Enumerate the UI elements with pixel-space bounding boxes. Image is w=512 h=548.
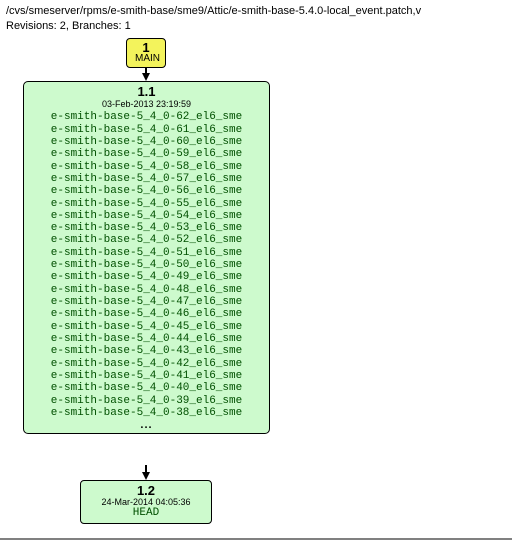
revision-tag: e-smith-base-5_4_0-54_el6_sme [34,210,259,222]
revision-tag: e-smith-base-5_4_0-51_el6_sme [34,247,259,259]
revision-graph: 1 MAIN 1.1 03-Feb-2013 23:19:59 e-smith-… [0,35,512,548]
revision-tag: e-smith-base-5_4_0-56_el6_sme [34,185,259,197]
revision-tag: e-smith-base-5_4_0-47_el6_sme [34,296,259,308]
revision-date: 03-Feb-2013 23:19:59 [34,99,259,109]
arrowhead-1_2 [142,472,150,480]
branch-node-main[interactable]: 1 MAIN [126,38,166,68]
revision-number: 1.2 [90,484,202,497]
revision-tag: e-smith-base-5_4_0-61_el6_sme [34,124,259,136]
revision-node-1_2[interactable]: 1.2 24-Mar-2014 04:05:36 HEAD [80,480,212,524]
revision-tag: e-smith-base-5_4_0-59_el6_sme [34,148,259,160]
revision-label: HEAD [90,508,202,519]
header: /cvs/smeserver/rpms/e-smith-base/sme9/At… [0,0,512,35]
revision-node-1_1[interactable]: 1.1 03-Feb-2013 23:19:59 e-smith-base-5_… [23,81,270,435]
branch-label: MAIN [135,54,157,64]
revision-tag: e-smith-base-5_4_0-48_el6_sme [34,284,259,296]
revision-tag: e-smith-base-5_4_0-46_el6_sme [34,308,259,320]
revision-tag: e-smith-base-5_4_0-42_el6_sme [34,358,259,370]
revision-tag: e-smith-base-5_4_0-49_el6_sme [34,271,259,283]
revision-tag: e-smith-base-5_4_0-39_el6_sme [34,395,259,407]
revision-tag: e-smith-base-5_4_0-53_el6_sme [34,222,259,234]
revision-tag: e-smith-base-5_4_0-62_el6_sme [34,111,259,123]
tags-ellipsis: ... [34,419,259,431]
revision-tag: e-smith-base-5_4_0-57_el6_sme [34,173,259,185]
arrowhead-1_1 [142,73,150,81]
revision-tag: e-smith-base-5_4_0-44_el6_sme [34,333,259,345]
revision-tag: e-smith-base-5_4_0-55_el6_sme [34,198,259,210]
revision-tag: e-smith-base-5_4_0-52_el6_sme [34,234,259,246]
revision-tag: e-smith-base-5_4_0-45_el6_sme [34,321,259,333]
revision-tag: e-smith-base-5_4_0-50_el6_sme [34,259,259,271]
revision-tag: e-smith-base-5_4_0-40_el6_sme [34,382,259,394]
revision-tag: e-smith-base-5_4_0-41_el6_sme [34,370,259,382]
revision-tag: e-smith-base-5_4_0-43_el6_sme [34,345,259,357]
revision-date: 24-Mar-2014 04:05:36 [90,498,202,507]
branch-number: 1 [135,41,157,54]
revision-tag: e-smith-base-5_4_0-58_el6_sme [34,161,259,173]
revision-number: 1.1 [34,85,259,100]
revision-stats: Revisions: 2, Branches: 1 [6,19,506,34]
file-path: /cvs/smeserver/rpms/e-smith-base/sme9/At… [6,4,506,19]
bottom-divider [0,538,512,540]
revision-tag: e-smith-base-5_4_0-38_el6_sme [34,407,259,419]
revision-tag: e-smith-base-5_4_0-60_el6_sme [34,136,259,148]
